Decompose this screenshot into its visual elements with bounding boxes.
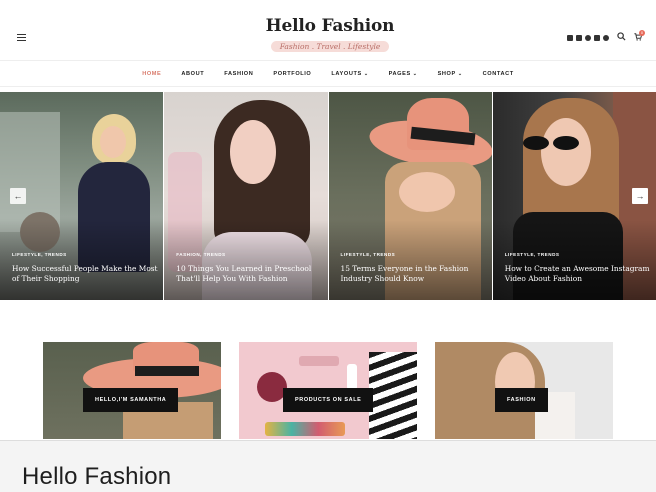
chevron-down-icon: ⌄ [363, 70, 369, 77]
nav-label: SHOP [437, 70, 456, 77]
slide-title[interactable]: How Successful People Make the Most of T… [12, 264, 162, 284]
nav-label: HOME [142, 70, 162, 77]
slide-category[interactable]: FASHION, TRENDS [176, 252, 225, 257]
nav-label: PAGES [388, 70, 411, 77]
slide-category[interactable]: LIFESTYLE, TRENDS [341, 252, 396, 257]
logo-tagline: Fashion . Travel . Lifestyle [270, 41, 390, 52]
nav-item-about[interactable]: ABOUT [171, 71, 214, 77]
slide-overlay [492, 220, 656, 300]
promo-label[interactable]: HELLO,I'M SAMANTHA [83, 388, 179, 412]
promo-products-on-sale[interactable]: PRODUCTS ON SALE [239, 342, 417, 439]
slide-overlay [328, 220, 492, 300]
slide-category[interactable]: LIFESTYLE, TRENDS [505, 252, 560, 257]
nav-label: ABOUT [181, 70, 205, 77]
arrow-right-icon: → [635, 191, 645, 201]
nav-item-contact[interactable]: CONTACT [473, 71, 524, 77]
pinterest-icon[interactable] [603, 34, 609, 41]
chevron-down-icon: ⌄ [457, 70, 463, 77]
slide-post-3[interactable]: LIFESTYLE, TRENDS 15 Terms Everyone in t… [328, 92, 492, 300]
slide-category[interactable]: LIFESTYLE, TRENDS [12, 252, 67, 257]
arrow-left-icon: ← [13, 191, 23, 201]
chevron-down-icon: ⌄ [412, 70, 418, 77]
site-logo[interactable]: Hello Fashion Fashion . Travel . Lifesty… [250, 16, 410, 54]
site-header: Hello Fashion Fashion . Travel . Lifesty… [0, 0, 656, 60]
slide-title[interactable]: 15 Terms Everyone in the Fashion Industr… [341, 264, 491, 284]
promo-about[interactable]: HELLO,I'M SAMANTHA [43, 342, 221, 439]
nav-item-shop[interactable]: SHOP ⌄ [428, 71, 473, 77]
nav-label: LAYOUTS [331, 70, 362, 77]
slide-overlay [164, 220, 328, 300]
slider-prev-button[interactable]: ← [10, 188, 26, 204]
nav-label: PORTFOLIO [273, 70, 312, 77]
slider-next-button[interactable]: → [632, 188, 648, 204]
vimeo-icon[interactable] [576, 34, 582, 41]
slide-title[interactable]: 10 Things You Learned in Preschool That'… [176, 264, 326, 284]
nav-item-home[interactable]: HOME [132, 71, 171, 77]
slide-overlay [0, 220, 164, 300]
hamburger-menu-icon[interactable] [17, 34, 26, 41]
logo-title: Hello Fashion [265, 16, 395, 36]
main-navigation: HOME ABOUT FASHION PORTFOLIO LAYOUTS ⌄ PA… [0, 60, 656, 87]
nav-label: CONTACT [482, 70, 514, 77]
promo-fashion[interactable]: FASHION [435, 342, 613, 439]
slide-post-2[interactable]: FASHION, TRENDS 10 Things You Learned in… [164, 92, 328, 300]
nav-label: FASHION [224, 70, 254, 77]
page-title-bar: Hello Fashion [0, 440, 656, 492]
search-icon[interactable] [617, 32, 626, 41]
promo-label[interactable]: PRODUCTS ON SALE [283, 388, 374, 412]
featured-posts-slider: LIFESTYLE, TRENDS How Successful People … [0, 92, 656, 300]
nav-item-pages[interactable]: PAGES ⌄ [379, 71, 428, 77]
page-title: Hello Fashion [22, 463, 172, 490]
nav-item-layouts[interactable]: LAYOUTS ⌄ [321, 71, 378, 77]
promo-label[interactable]: FASHION [495, 388, 548, 412]
slide-title[interactable]: How to Create an Awesome Instagram Video… [505, 264, 655, 284]
cart-count-badge: 0 [639, 30, 645, 36]
nav-item-portfolio[interactable]: PORTFOLIO [263, 71, 321, 77]
instagram-icon[interactable] [585, 34, 591, 41]
social-links [567, 33, 609, 42]
youtube-icon[interactable] [594, 34, 600, 41]
facebook-icon[interactable] [567, 34, 573, 41]
nav-item-fashion[interactable]: FASHION [214, 71, 263, 77]
